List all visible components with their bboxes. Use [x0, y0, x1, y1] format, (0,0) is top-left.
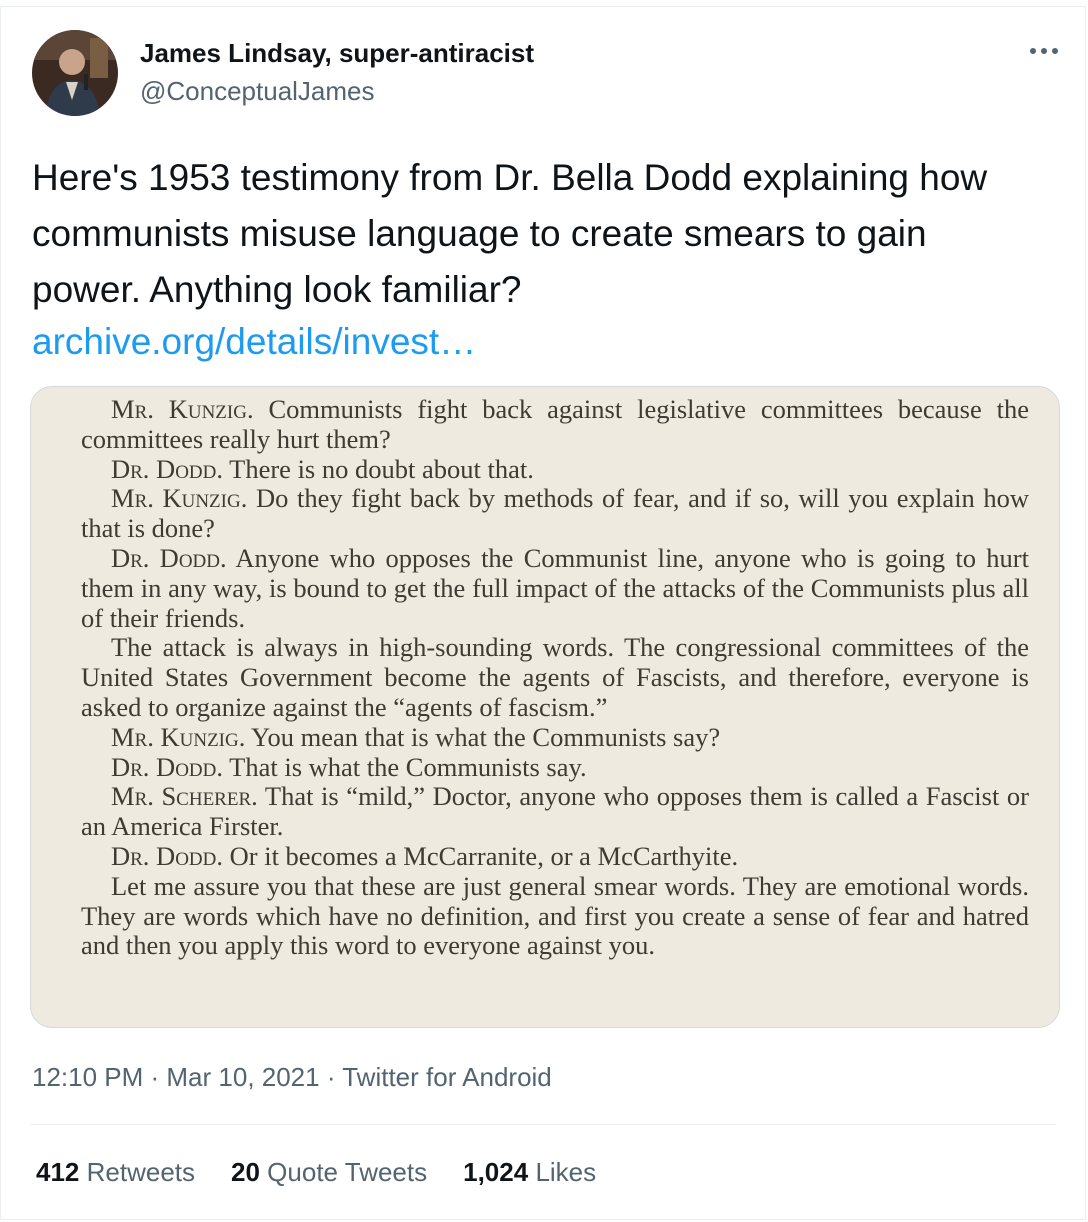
speaker-label: Mr. Scherer. [111, 781, 258, 812]
speaker-label: Dr. Dodd. [111, 542, 227, 573]
quote-tweets-stat[interactable]: 20 Quote Tweets [231, 1154, 427, 1190]
speaker-label: Mr. Kunzig. [111, 721, 246, 752]
speaker-label: Mr. Kunzig. [111, 483, 248, 514]
tweet-timestamp[interactable]: 12:10 PM · Mar 10, 2021 · Twitter for An… [32, 1060, 552, 1094]
testimony-text: The attack is always in high-sounding wo… [81, 632, 1029, 722]
likes-label: Likes [535, 1157, 597, 1187]
divider [30, 1124, 1056, 1125]
likes-stat[interactable]: 1,024 Likes [463, 1154, 596, 1190]
author-handle[interactable]: @ConceptualJames [140, 76, 375, 106]
tweet-text: Here's 1953 testimony from Dr. Bella Dod… [32, 157, 998, 310]
engagement-stats: 412 Retweets 20 Quote Tweets 1,024 Likes [36, 1154, 632, 1190]
speaker-label: Mr. Kunzig. [111, 394, 254, 424]
testimony-text: That is what the Communists say. [229, 751, 587, 782]
speaker-label: Dr. Dodd. [111, 751, 223, 782]
testimony-text: You mean that is what the Communists say… [251, 721, 721, 752]
divider [30, 1219, 1056, 1220]
more-horizontal-icon [1030, 48, 1058, 54]
tweet-image[interactable]: Mr. Kunzig. Communists fight back agains… [30, 386, 1060, 1028]
likes-count: 1,024 [463, 1157, 529, 1187]
scanned-document-page: Mr. Kunzig. Communists fight back agains… [81, 387, 1029, 1027]
retweets-count: 412 [36, 1157, 80, 1187]
retweets-stat[interactable]: 412 Retweets [36, 1154, 195, 1190]
testimony-text: Let me assure you that these are just ge… [81, 870, 1029, 961]
speaker-label: Dr. Dodd. [111, 840, 223, 871]
avatar-photo-icon [32, 30, 118, 116]
retweets-label: Retweets [86, 1157, 196, 1187]
testimony-text: Or it becomes a McCarranite, or a McCart… [229, 840, 739, 871]
tweet-link[interactable]: archive.org/details/invest… [32, 314, 476, 370]
speaker-label: Dr. Dodd. [111, 453, 223, 484]
quote-tweets-label: Quote Tweets [267, 1157, 428, 1187]
avatar[interactable] [32, 30, 118, 116]
more-options-button[interactable] [1024, 36, 1064, 66]
quote-tweets-count: 20 [231, 1157, 260, 1187]
testimony-text: There is no doubt about that. [229, 453, 534, 484]
author-display-name[interactable]: James Lindsay, super-antiracist [140, 38, 534, 68]
